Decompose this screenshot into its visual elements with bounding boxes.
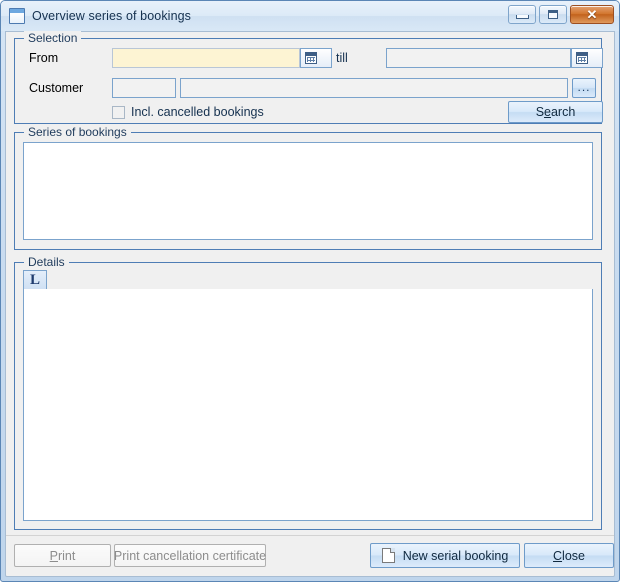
series-group-title: Series of bookings — [24, 125, 131, 139]
dialog-window: Overview series of bookings ✕ Selection … — [0, 0, 620, 582]
print-cancellation-certificate-label: Print cancellation certificate — [113, 548, 267, 563]
customer-browse-button[interactable]: ... — [572, 78, 596, 98]
title-bar[interactable]: Overview series of bookings ✕ — [1, 1, 619, 31]
print-cancellation-certificate-button[interactable]: Print cancellation certificate — [114, 544, 266, 567]
till-calendar-button[interactable] — [571, 48, 603, 68]
incl-cancelled-bookings-checkbox[interactable] — [112, 105, 125, 119]
close-dialog-button[interactable]: Close — [524, 543, 614, 568]
search-button[interactable]: Search — [508, 101, 603, 123]
maximize-icon — [548, 10, 558, 19]
minimize-icon — [515, 15, 529, 19]
selection-group-title: Selection — [24, 31, 82, 45]
close-icon: ✕ — [586, 7, 598, 22]
details-panel[interactable] — [23, 289, 593, 521]
footer-divider — [6, 535, 614, 536]
series-of-bookings-group: Series of bookings — [14, 125, 602, 250]
search-button-label: Search — [535, 105, 576, 119]
calendar-icon — [575, 52, 588, 64]
close-button[interactable]: ✕ — [570, 5, 614, 24]
selection-group: Selection From till Customer ... Incl. c… — [14, 31, 603, 124]
page-icon — [381, 548, 395, 563]
till-date-input[interactable] — [386, 48, 571, 68]
customer-label: Customer — [29, 81, 84, 95]
series-of-bookings-list[interactable] — [23, 142, 593, 240]
from-calendar-button[interactable] — [300, 48, 332, 68]
maximize-button[interactable] — [539, 5, 567, 24]
window-controls: ✕ — [508, 5, 614, 24]
new-serial-booking-button[interactable]: New serial booking — [370, 543, 520, 568]
details-tab-l[interactable]: L — [23, 270, 47, 290]
print-button[interactable]: Print — [14, 544, 111, 567]
close-dialog-label: Close — [553, 548, 585, 563]
from-date-input[interactable] — [112, 48, 300, 68]
new-serial-booking-label: New serial booking — [402, 548, 509, 563]
customer-name-input[interactable] — [180, 78, 568, 98]
details-group: Details L — [14, 255, 602, 530]
details-group-title: Details — [24, 255, 69, 269]
minimize-button[interactable] — [508, 5, 536, 24]
client-area: Selection From till Customer ... Incl. c… — [5, 31, 615, 577]
print-button-label: Print — [49, 548, 76, 563]
window-icon — [9, 8, 25, 24]
incl-cancelled-bookings-checkbox-row[interactable]: Incl. cancelled bookings — [112, 105, 264, 119]
customer-id-input[interactable] — [112, 78, 176, 98]
incl-cancelled-bookings-label: Incl. cancelled bookings — [131, 105, 264, 119]
window-title: Overview series of bookings — [32, 9, 192, 23]
calendar-icon — [304, 52, 317, 64]
till-label: till — [336, 51, 348, 65]
from-label: From — [29, 51, 59, 65]
